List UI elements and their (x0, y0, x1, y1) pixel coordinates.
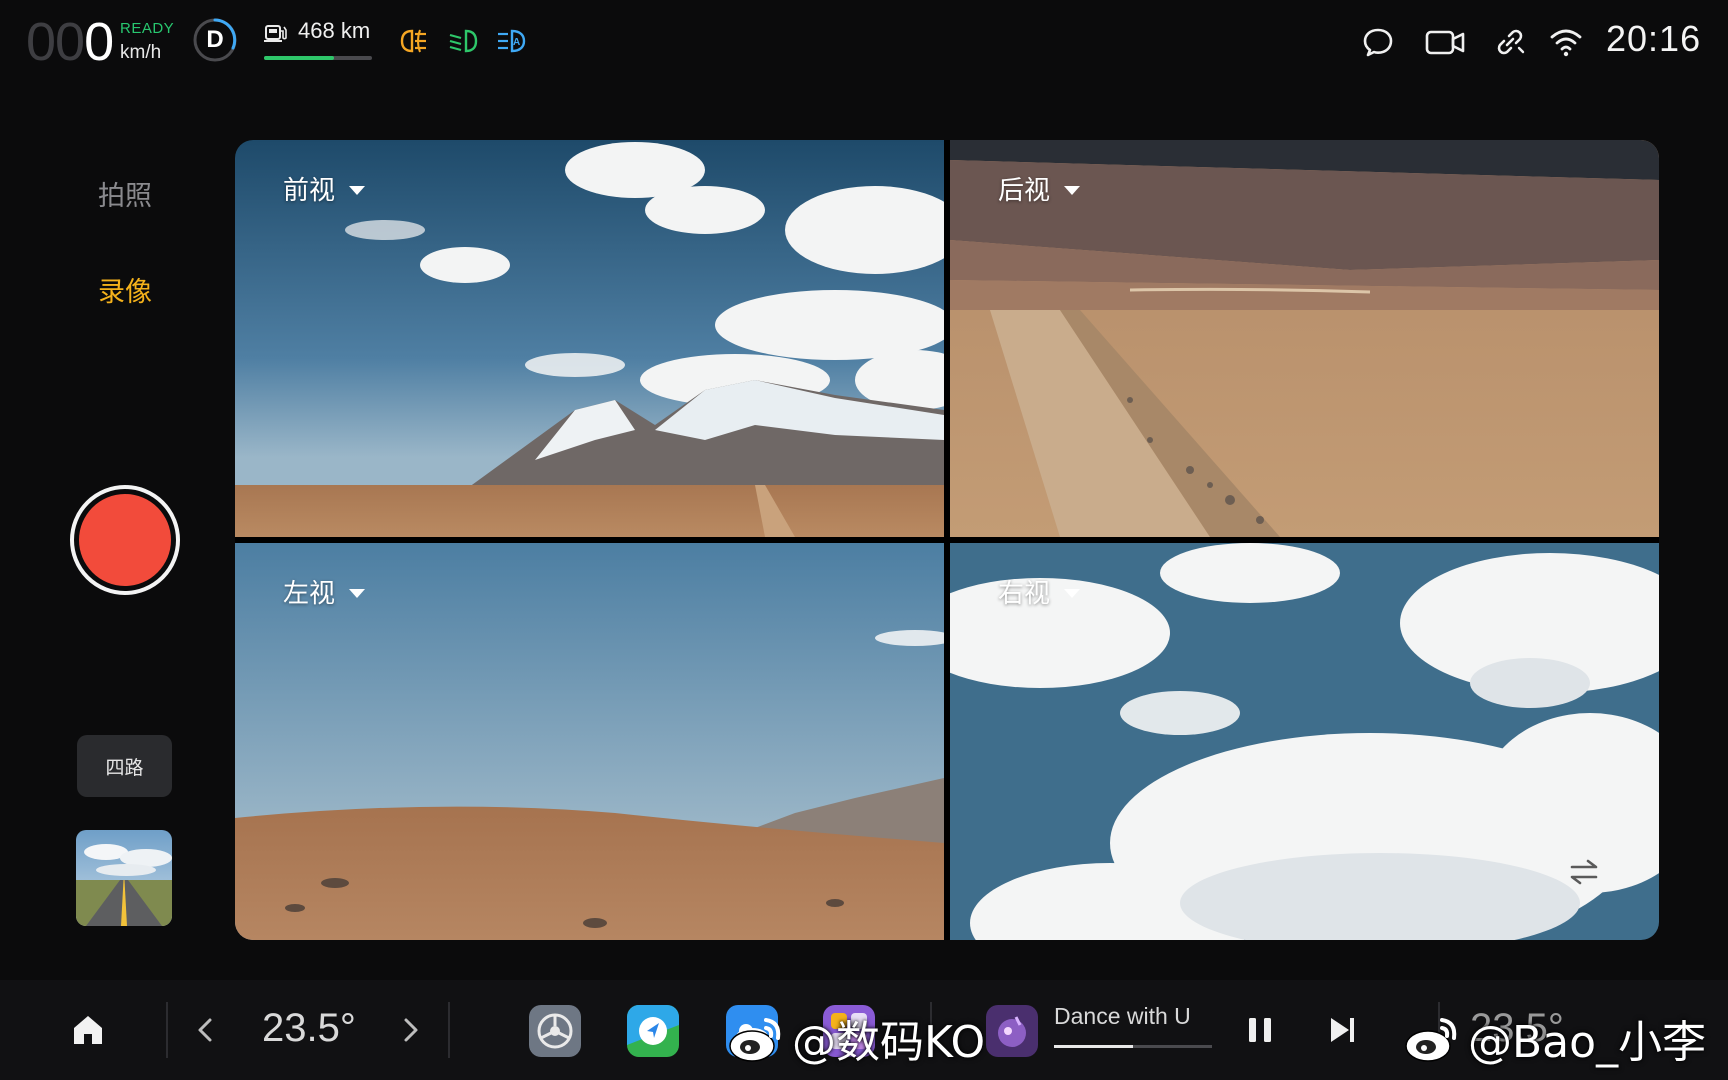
low-beam-icon (449, 29, 478, 53)
temp-decrease-icon[interactable] (186, 1010, 226, 1050)
next-track-icon[interactable] (1320, 1008, 1364, 1052)
battery-range-icon (264, 25, 287, 42)
music-app-icon[interactable] (986, 1005, 1038, 1057)
dropdown-caret-icon (349, 588, 366, 598)
record-button-core (79, 494, 171, 586)
right-camera-view[interactable]: 右视 (950, 543, 1659, 940)
clock: 20:16 (1606, 18, 1702, 59)
camera-icon[interactable] (1424, 24, 1466, 60)
auto-high-beam-icon: A (498, 29, 526, 53)
status-bar: 000 READY km/h D 468 km A 20:16 (0, 0, 1728, 84)
song-progress-fill (1054, 1045, 1133, 1048)
link-icon[interactable] (1492, 24, 1528, 60)
left-camera-view[interactable]: 左视 (235, 543, 944, 940)
ready-indicator: READY (120, 20, 175, 37)
fog-lamp-icon (400, 29, 426, 53)
speed-unit: km/h (120, 42, 162, 63)
temp-increase-icon[interactable] (390, 1010, 430, 1050)
dropdown-caret-icon (1064, 588, 1081, 598)
dropdown-caret-icon (349, 185, 366, 195)
left-view-label: 左视 (283, 579, 336, 609)
dock-divider (448, 1002, 450, 1058)
video-mode-tab[interactable]: 录像 (70, 270, 180, 309)
weibo-logo-icon (1405, 1018, 1457, 1062)
home-icon[interactable] (68, 1010, 108, 1050)
dock-divider (166, 1002, 168, 1058)
left-view-selector[interactable]: 左视 (283, 573, 366, 610)
swap-view-icon[interactable] (1564, 853, 1604, 893)
speedometer: 000 (26, 12, 114, 72)
navigation-app-icon[interactable] (627, 1005, 679, 1057)
right-view-selector[interactable]: 右视 (998, 573, 1081, 610)
speed-leading-digits: 00 (26, 12, 85, 72)
message-icon[interactable] (1360, 24, 1396, 60)
range-bar-fill (264, 56, 335, 60)
song-title: Dance with U (1054, 1003, 1191, 1029)
dropdown-caret-icon (1064, 185, 1081, 195)
rear-view-label: 后视 (998, 176, 1051, 206)
watermark-left: @数码KO (792, 1017, 986, 1068)
weibo-logo-icon (729, 1018, 781, 1062)
speed-value: 0 (84, 12, 114, 72)
record-button[interactable] (70, 485, 180, 595)
layout-toggle-button[interactable]: 四路 (77, 735, 172, 797)
gear-indicator: D (206, 26, 224, 53)
photo-mode-tab[interactable]: 拍照 (70, 174, 180, 213)
camera-grid: 前视 后视 左视 右视 (235, 140, 1659, 940)
song-progress-bar[interactable] (1054, 1045, 1212, 1048)
watermark-right: @Bao_小李 (1468, 1017, 1707, 1068)
range-value: 468 km (298, 18, 371, 43)
driver-temperature: 23.5° (262, 1006, 356, 1050)
svg-text:A: A (513, 37, 520, 48)
wifi-icon[interactable] (1548, 24, 1584, 60)
gallery-thumbnail[interactable] (76, 830, 172, 926)
front-view-selector[interactable]: 前视 (283, 170, 366, 207)
rear-view-selector[interactable]: 后视 (998, 170, 1081, 207)
pause-icon[interactable] (1238, 1008, 1282, 1052)
road-thumbnail-image (76, 830, 172, 926)
right-view-label: 右视 (998, 579, 1051, 609)
settings-app-icon[interactable] (529, 1005, 581, 1057)
rear-camera-view[interactable]: 后视 (950, 140, 1659, 537)
front-camera-view[interactable]: 前视 (235, 140, 944, 537)
front-view-label: 前视 (283, 176, 336, 206)
range-bar (264, 56, 372, 60)
